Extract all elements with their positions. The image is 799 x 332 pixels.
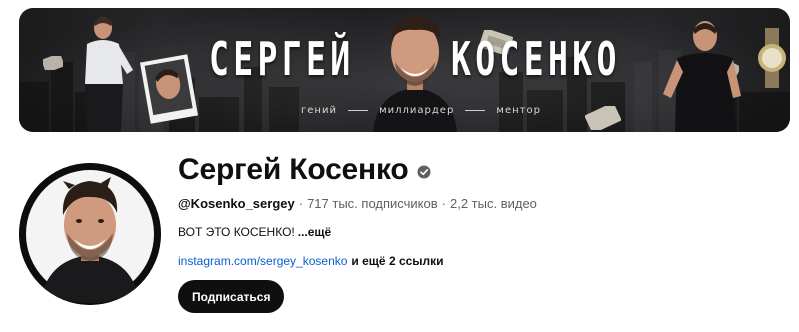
description-more-link[interactable]: ...ещё (298, 225, 331, 239)
description-text: ВОТ ЭТО КОСЕНКО! (178, 225, 295, 239)
subscribe-button[interactable]: Подписаться (178, 280, 285, 313)
verified-check-icon (417, 165, 431, 179)
tagline-dash (348, 110, 369, 111)
channel-title-row: Сергей Косенко (178, 150, 431, 190)
channel-name: Сергей Косенко (178, 153, 409, 186)
banner-title-first-name: СЕРГЕЙ (209, 32, 355, 86)
tagline-word: гений (301, 105, 337, 116)
channel-banner: СЕРГЕЙ КОСЕНКО гений миллиардер ментор (19, 8, 790, 132)
video-count: 2,2 тыс. видео (449, 196, 537, 211)
tagline-word: миллиардер (379, 105, 455, 116)
banner-photo-frame (139, 52, 199, 126)
more-links-button[interactable]: и ещё 2 ссылки (351, 254, 443, 268)
meta-separator: · (298, 196, 304, 211)
subscriber-count: 717 тыс. подписчиков (307, 196, 438, 211)
money-bill-graphic (43, 56, 63, 70)
wristwatch-graphic (758, 28, 786, 88)
channel-meta-row: @Kosenko_sergey · 717 тыс. подписчиков · 2,2… (178, 196, 537, 211)
banner-person-left (77, 14, 137, 132)
avatar-portrait (19, 163, 161, 305)
channel-links: instagram.com/sergey_kosenko и ещё 2 ссыл… (178, 254, 444, 268)
channel-header: СЕРГЕЙ КОСЕНКО гений миллиардер ментор С… (0, 0, 799, 332)
channel-handle: @Kosenko_sergey (178, 196, 295, 211)
instagram-link[interactable]: instagram.com/sergey_kosenko (178, 254, 347, 268)
channel-description[interactable]: ВОТ ЭТО КОСЕНКО! ...ещё (178, 225, 331, 239)
banner-person-right (655, 14, 741, 132)
tagline-word: ментор (496, 105, 541, 116)
money-bill-graphic (585, 106, 621, 130)
banner-title-last-name: КОСЕНКО (451, 32, 621, 86)
tagline-dash (465, 110, 486, 111)
channel-avatar[interactable] (19, 163, 161, 305)
banner-tagline: гений миллиардер ментор (301, 105, 541, 116)
meta-separator: · (441, 196, 446, 211)
